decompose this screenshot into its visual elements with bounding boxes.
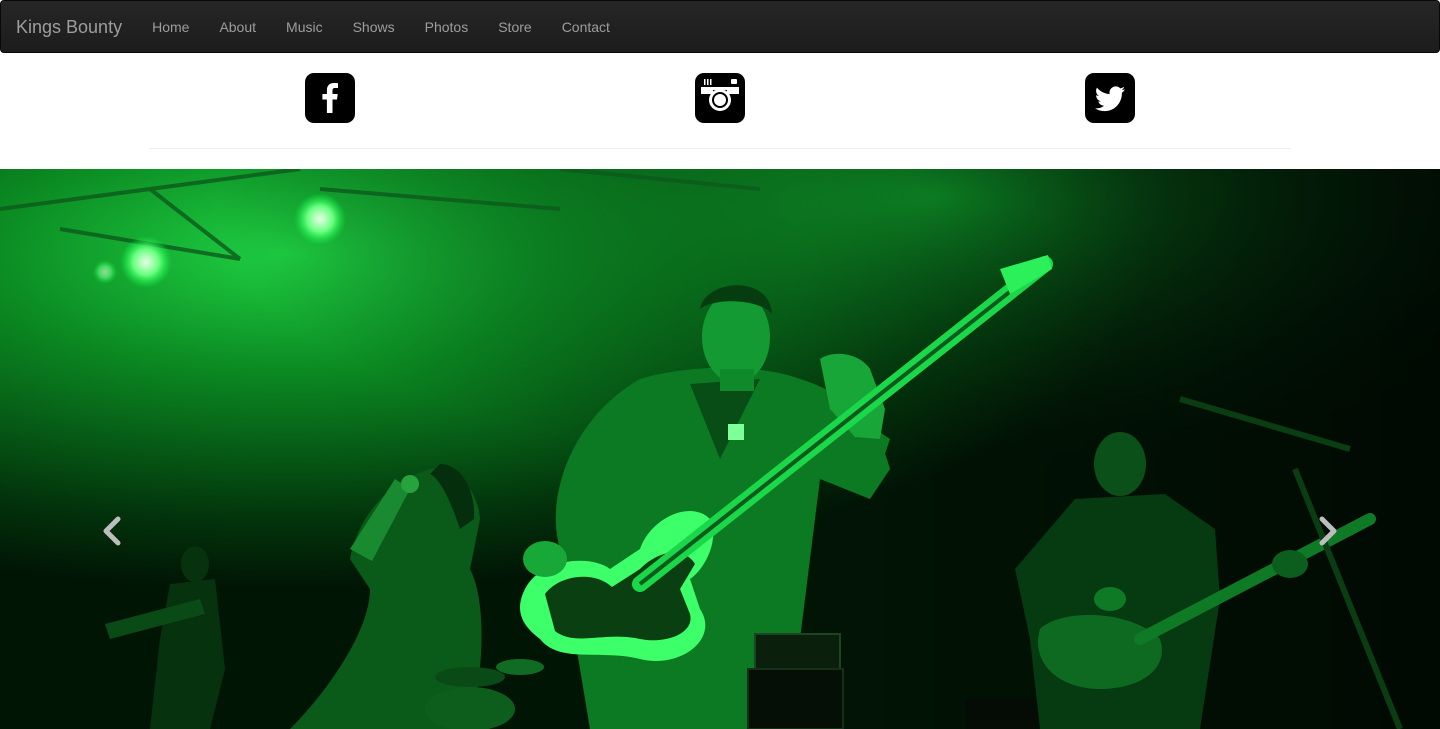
nav-item-home: Home bbox=[137, 2, 204, 52]
nav-item-music: Music bbox=[271, 2, 338, 52]
nav-menu: Home About Music Shows Photos Store Cont… bbox=[137, 2, 625, 52]
nav-item-photos: Photos bbox=[410, 2, 484, 52]
chevron-left-icon bbox=[103, 516, 121, 546]
chevron-right-icon bbox=[1319, 516, 1337, 546]
carousel-prev-button[interactable] bbox=[91, 509, 131, 553]
twitter-icon[interactable] bbox=[1085, 73, 1135, 123]
nav-link-photos[interactable]: Photos bbox=[410, 2, 484, 52]
nav-item-store: Store bbox=[483, 2, 546, 52]
brand-link[interactable]: Kings Bounty bbox=[1, 17, 137, 37]
section-divider bbox=[150, 148, 1290, 149]
instagram-icon[interactable] bbox=[695, 73, 745, 123]
nav-item-shows: Shows bbox=[338, 2, 410, 52]
carousel-next-button[interactable] bbox=[1309, 509, 1349, 553]
nav-link-home[interactable]: Home bbox=[137, 2, 204, 52]
nav-link-contact[interactable]: Contact bbox=[547, 2, 625, 52]
top-navbar: Kings Bounty Home About Music Shows Phot… bbox=[0, 0, 1440, 53]
nav-item-contact: Contact bbox=[547, 2, 625, 52]
hero-carousel bbox=[0, 169, 1440, 729]
nav-link-music[interactable]: Music bbox=[271, 2, 338, 52]
nav-link-store[interactable]: Store bbox=[483, 2, 546, 52]
social-links bbox=[0, 73, 1440, 123]
nav-link-shows[interactable]: Shows bbox=[338, 2, 410, 52]
nav-link-about[interactable]: About bbox=[204, 2, 271, 52]
facebook-icon[interactable] bbox=[305, 73, 355, 123]
band-on-stage-photo bbox=[0, 169, 1440, 729]
nav-item-about: About bbox=[204, 2, 271, 52]
